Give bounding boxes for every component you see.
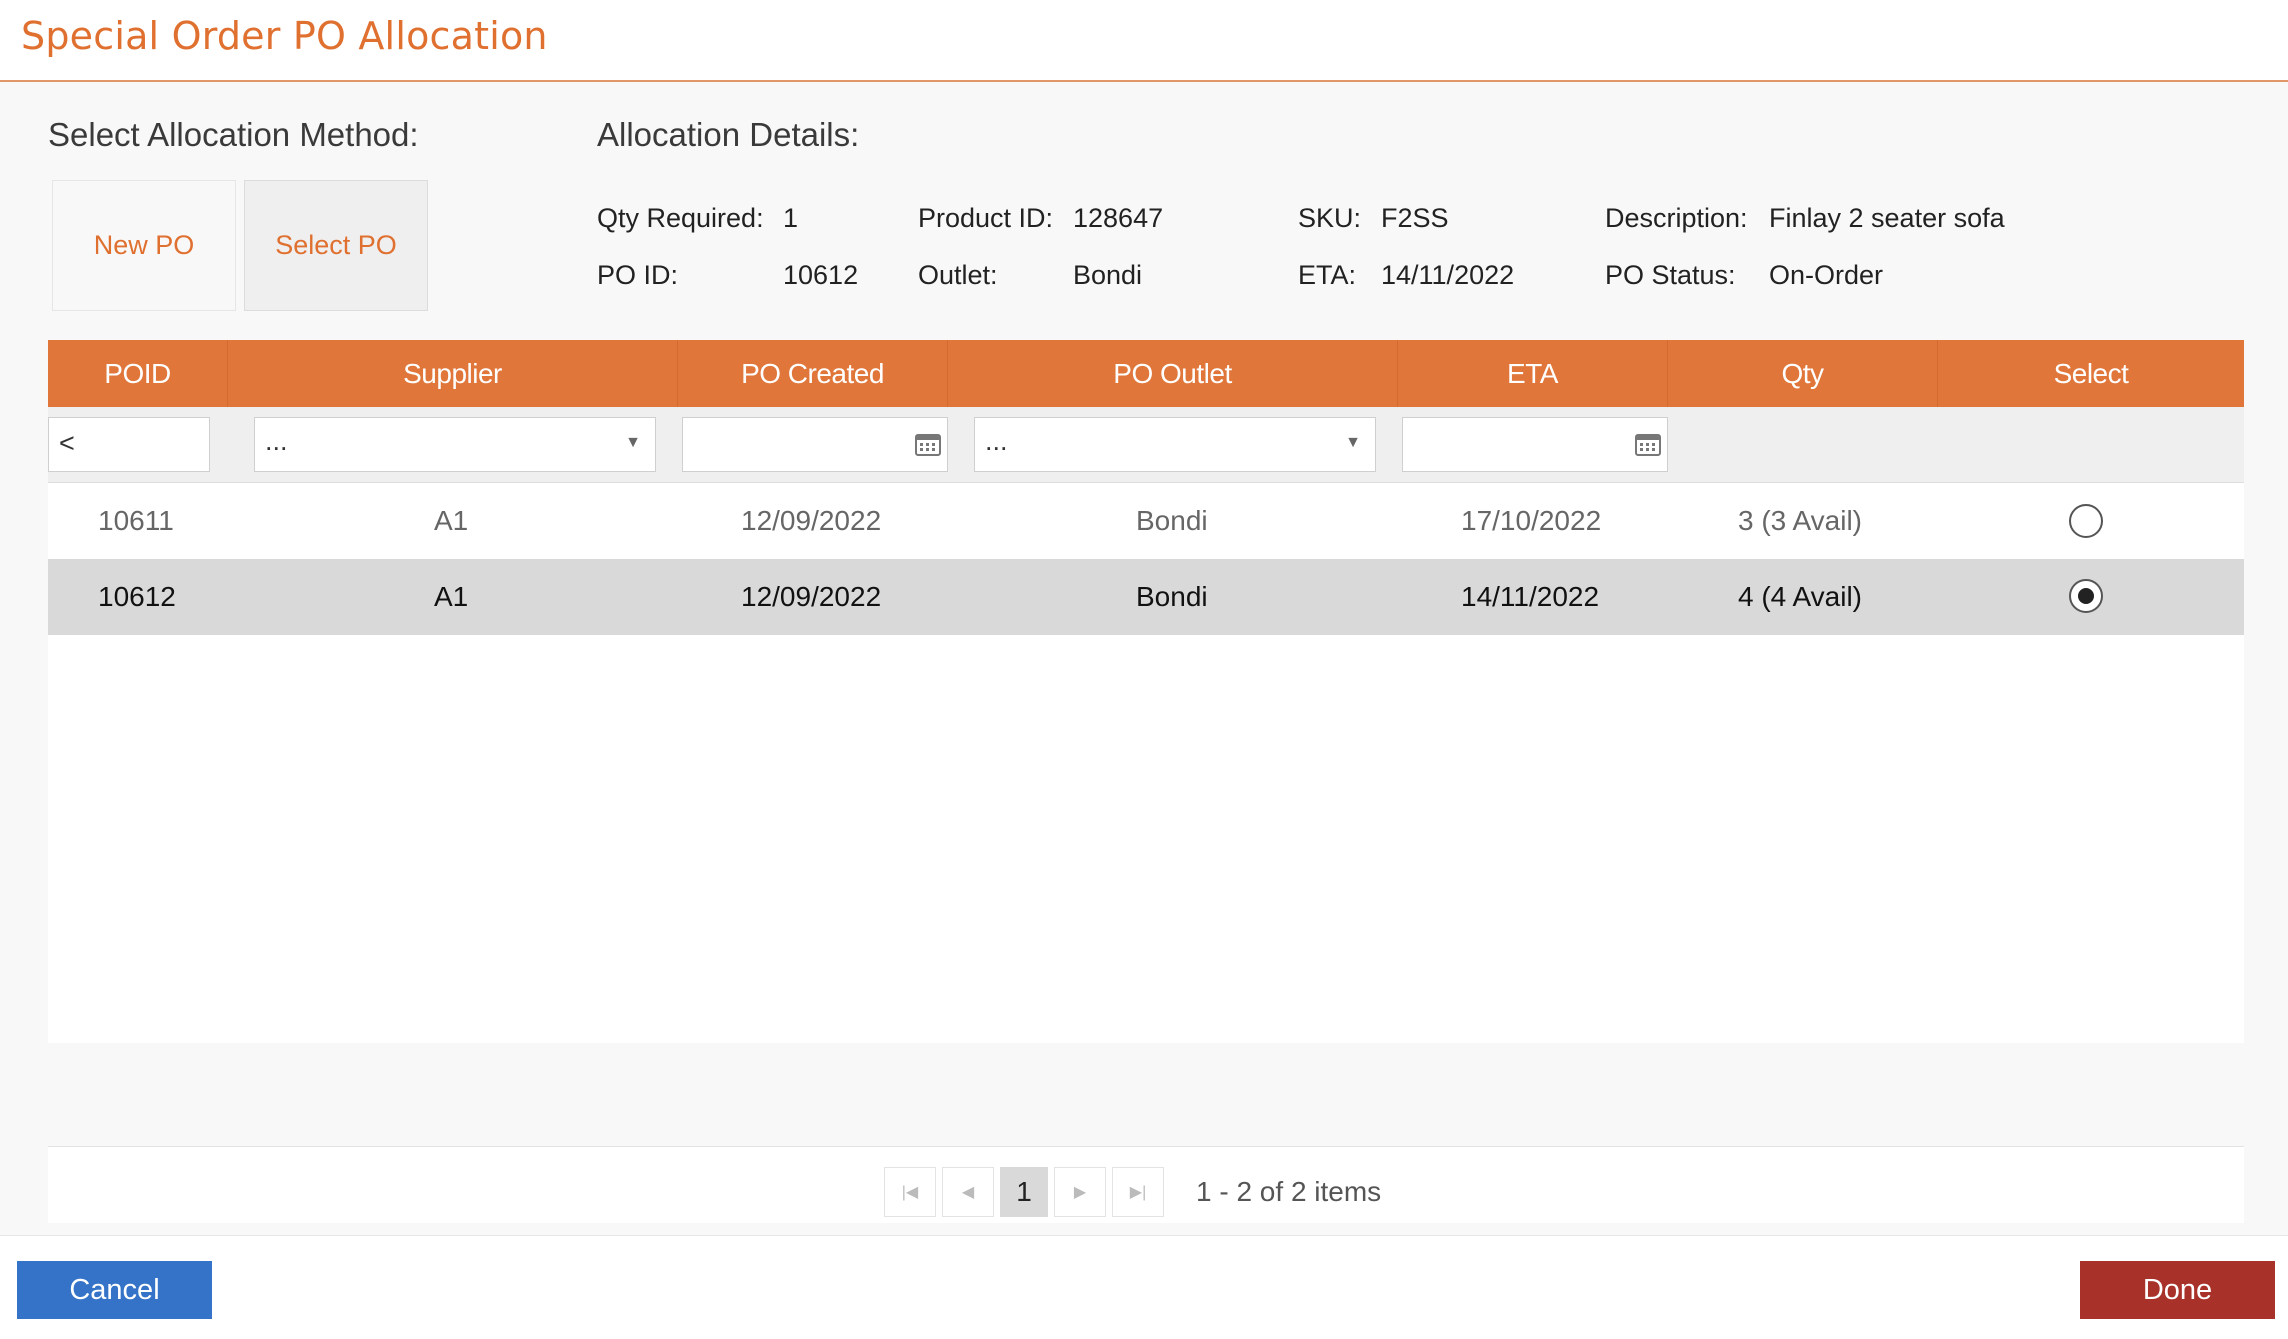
dropdown-arrow-icon: ▼ bbox=[1345, 434, 1361, 451]
dropdown-arrow-icon: ▼ bbox=[625, 434, 641, 451]
column-header-eta[interactable]: ETA bbox=[1398, 340, 1668, 407]
qty-required-value: 1 bbox=[783, 203, 799, 233]
column-header-supplier[interactable]: Supplier bbox=[228, 340, 678, 407]
po-id-value: 10612 bbox=[783, 260, 859, 290]
calendar-icon[interactable] bbox=[915, 432, 941, 456]
prev-page-icon[interactable]: ◀ bbox=[942, 1167, 994, 1217]
select-radio[interactable] bbox=[2069, 579, 2103, 613]
table-row[interactable]: 10611 A1 12/09/2022 Bondi 17/10/2022 3 (… bbox=[48, 483, 2244, 559]
po-outlet-filter-value: ... bbox=[985, 426, 1008, 456]
po-created-filter-input[interactable] bbox=[682, 417, 948, 472]
supplier-cell: A1 bbox=[434, 505, 469, 536]
poid-cell: 10611 bbox=[98, 505, 174, 536]
last-page-icon[interactable]: ▶| bbox=[1112, 1167, 1164, 1217]
allocation-details-label: Allocation Details: bbox=[597, 116, 860, 153]
cancel-button[interactable]: Cancel bbox=[17, 1261, 212, 1319]
grid-header: POID Supplier PO Created PO Outlet ETA Q… bbox=[48, 340, 2244, 407]
supplier-filter-value: ... bbox=[265, 426, 288, 456]
first-page-icon[interactable]: |◀ bbox=[884, 1167, 936, 1217]
supplier-filter-dropdown[interactable]: ... ▼ bbox=[254, 417, 656, 472]
po-created-cell: 12/09/2022 bbox=[741, 581, 882, 612]
done-button[interactable]: Done bbox=[2080, 1261, 2275, 1319]
outlet-label: Outlet: bbox=[918, 260, 998, 290]
eta-label: ETA: bbox=[1298, 260, 1357, 290]
sku-value: F2SS bbox=[1381, 203, 1449, 233]
poid-cell: 10612 bbox=[98, 581, 176, 612]
eta-filter-input[interactable] bbox=[1402, 417, 1668, 472]
allocation-method-label: Select Allocation Method: bbox=[48, 116, 419, 153]
qty-cell: 4 (4 Avail) bbox=[1738, 581, 1862, 612]
supplier-cell: A1 bbox=[434, 581, 469, 612]
po-status-label: PO Status: bbox=[1605, 260, 1736, 290]
po-created-cell: 12/09/2022 bbox=[741, 505, 882, 536]
eta-value: 14/11/2022 bbox=[1381, 260, 1515, 290]
po-grid: POID Supplier PO Created PO Outlet ETA Q… bbox=[48, 340, 2244, 635]
product-id-value: 128647 bbox=[1073, 203, 1164, 233]
eta-cell: 17/10/2022 bbox=[1461, 505, 1602, 536]
calendar-icon[interactable] bbox=[1635, 432, 1661, 456]
po-outlet-cell: Bondi bbox=[1136, 505, 1208, 536]
description-value: Finlay 2 seater sofa bbox=[1769, 203, 2005, 233]
column-header-qty[interactable]: Qty bbox=[1668, 340, 1938, 407]
new-po-button[interactable]: New PO bbox=[52, 180, 236, 311]
qty-cell: 3 (3 Avail) bbox=[1738, 505, 1862, 536]
description-label: Description: bbox=[1605, 203, 1748, 233]
outlet-value: Bondi bbox=[1073, 260, 1143, 290]
po-status-value: On-Order bbox=[1769, 260, 1884, 290]
product-id-label: Product ID: bbox=[918, 203, 1054, 233]
column-header-select[interactable]: Select bbox=[1938, 340, 2244, 407]
select-radio[interactable] bbox=[2069, 504, 2103, 538]
page-number-button[interactable]: 1 bbox=[1000, 1167, 1048, 1217]
po-outlet-filter-dropdown[interactable]: ... ▼ bbox=[974, 417, 1376, 472]
pager-info: 1 - 2 of 2 items bbox=[1196, 1176, 1382, 1207]
table-row[interactable]: 10612 A1 12/09/2022 Bondi 14/11/2022 4 (… bbox=[48, 559, 2244, 635]
dialog-footer: Cancel Done bbox=[0, 1235, 2288, 1339]
poid-filter-input[interactable]: < bbox=[48, 417, 210, 472]
column-header-po-outlet[interactable]: PO Outlet bbox=[948, 340, 1398, 407]
eta-cell: 14/11/2022 bbox=[1461, 581, 1600, 612]
select-po-button[interactable]: Select PO bbox=[244, 180, 428, 311]
po-outlet-cell: Bondi bbox=[1136, 581, 1208, 612]
po-id-label: PO ID: bbox=[597, 260, 679, 290]
pager: |◀ ◀ 1 ▶ ▶| 1 - 2 of 2 items bbox=[48, 1146, 2244, 1223]
poid-filter-value: < bbox=[59, 428, 75, 458]
qty-required-label: Qty Required: bbox=[597, 203, 764, 233]
window-header: Special Order PO Allocation bbox=[0, 0, 2288, 82]
sku-label: SKU: bbox=[1298, 203, 1362, 233]
window-title: Special Order PO Allocation bbox=[21, 14, 548, 58]
column-header-poid[interactable]: POID bbox=[48, 340, 228, 407]
next-page-icon[interactable]: ▶ bbox=[1054, 1167, 1106, 1217]
column-header-po-created[interactable]: PO Created bbox=[678, 340, 948, 407]
